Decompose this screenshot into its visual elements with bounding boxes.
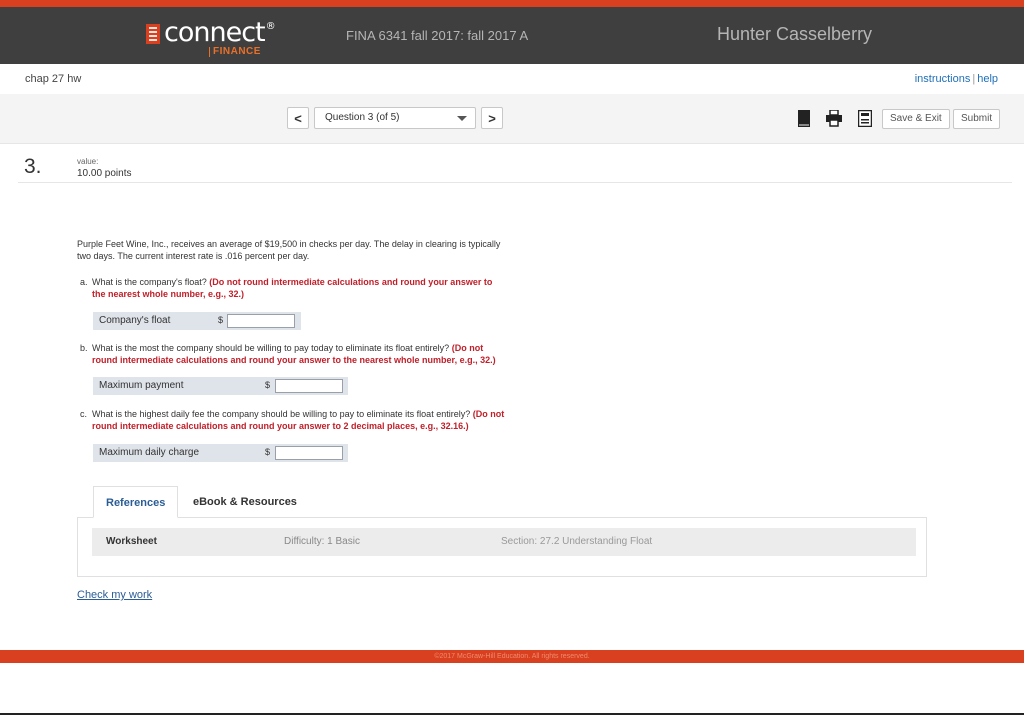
divider xyxy=(18,182,1012,183)
part-instruction: (Do not xyxy=(472,409,505,419)
problem-text-line: Purple Feet Wine, Inc., receives an aver… xyxy=(77,239,501,249)
print-icon[interactable] xyxy=(826,109,842,132)
logo-text: connect xyxy=(164,17,266,48)
part-instruction: the nearest whole number, e.g., 32.) xyxy=(92,289,245,299)
logo-registered-mark: ® xyxy=(265,21,276,32)
problem-text-line: two days. The current interest rate is .… xyxy=(77,251,310,261)
user-name[interactable]: Hunter Casselberry xyxy=(717,24,872,45)
save-exit-button[interactable]: Save & Exit xyxy=(882,109,950,129)
worksheet-row[interactable]: Worksheet Difficulty: 1 Basic Section: 2… xyxy=(92,528,916,556)
part-c-prompt: c. What is the highest daily fee the comp… xyxy=(80,408,575,432)
link-separator: | xyxy=(972,73,976,85)
course-title: FINA 6341 fall 2017: fall 2017 A xyxy=(346,28,529,43)
part-instruction: round intermediate calculations and roun… xyxy=(92,421,469,431)
check-my-work-link[interactable]: Check my work xyxy=(77,589,152,601)
part-instruction: round intermediate calculations and roun… xyxy=(92,355,496,365)
value-label: value: xyxy=(77,157,99,166)
part-b-prompt: b. What is the most the company should be… xyxy=(80,342,575,366)
references-panel: Worksheet Difficulty: 1 Basic Section: 2… xyxy=(77,517,927,577)
book-icon[interactable] xyxy=(797,110,811,132)
answer-row-company-float: Company's float $ xyxy=(93,312,301,330)
tab-references[interactable]: References xyxy=(93,486,179,518)
part-letter: a. xyxy=(80,277,88,287)
submit-button[interactable]: Submit xyxy=(953,109,1001,129)
currency-symbol: $ xyxy=(218,315,224,325)
next-question-button[interactable]: > xyxy=(481,107,503,129)
question-select[interactable]: Question 3 (of 5) xyxy=(314,107,476,129)
instructions-link[interactable]: instructions xyxy=(915,73,971,85)
field-label: Company's float xyxy=(99,315,171,326)
problem-statement: Purple Feet Wine, Inc., receives an aver… xyxy=(77,238,577,262)
tab-ebook-resources[interactable]: eBook & Resources xyxy=(181,486,309,518)
field-label: Maximum payment xyxy=(99,380,184,391)
top-accent-bar xyxy=(0,0,1024,7)
footer-copyright: ©2017 McGraw-Hill Education. All rights … xyxy=(0,650,1024,663)
part-instruction: (Do not xyxy=(451,343,484,353)
answer-row-maximum-daily-charge: Maximum daily charge $ xyxy=(93,444,348,462)
difficulty-label: Difficulty: 1 Basic xyxy=(284,536,360,547)
help-links: instructions | help xyxy=(915,73,998,85)
part-question-text: What is the most the company should be w… xyxy=(92,343,450,353)
top-header: connect® FINANCE FINA 6341 fall 2017: fa… xyxy=(0,7,1024,64)
question-number: 3. xyxy=(24,155,42,178)
chevron-down-icon xyxy=(457,116,467,121)
part-question-text: What is the company's float? xyxy=(92,277,207,287)
assignment-name: chap 27 hw xyxy=(25,73,82,85)
part-a-prompt: a. What is the company's float? (Do not r… xyxy=(80,276,575,300)
logo-subtitle: FINANCE xyxy=(209,47,261,57)
currency-symbol: $ xyxy=(265,380,271,390)
maximum-payment-input[interactable] xyxy=(275,379,343,393)
currency-symbol: $ xyxy=(265,447,271,457)
part-question-text: What is the highest daily fee the compan… xyxy=(92,409,471,419)
question-select-value: Question 3 (of 5) xyxy=(325,112,400,123)
help-link[interactable]: help xyxy=(977,73,998,85)
section-label: Section: 27.2 Understanding Float xyxy=(501,536,653,547)
part-letter: c. xyxy=(80,409,88,419)
question-points: 10.00 points xyxy=(77,168,132,179)
answer-row-maximum-payment: Maximum payment $ xyxy=(93,377,348,395)
field-label: Maximum daily charge xyxy=(99,447,200,458)
part-letter: b. xyxy=(80,343,88,353)
question-navbar: < Question 3 (of 5) > Save & Exit Submit xyxy=(0,94,1024,144)
worksheet-title: Worksheet xyxy=(106,536,157,547)
resource-tabs: References eBook & Resources Worksheet D… xyxy=(77,484,927,577)
calculator-icon[interactable] xyxy=(857,109,873,132)
prev-question-button[interactable]: < xyxy=(287,107,309,129)
mcgraw-hill-logo-icon xyxy=(146,24,160,44)
assignment-card: chap 27 hw instructions | help < Question … xyxy=(0,64,1024,651)
maximum-daily-charge-input[interactable] xyxy=(275,446,343,460)
part-instruction: (Do not round intermediate calculations … xyxy=(209,277,493,287)
company-float-input[interactable] xyxy=(227,314,295,328)
